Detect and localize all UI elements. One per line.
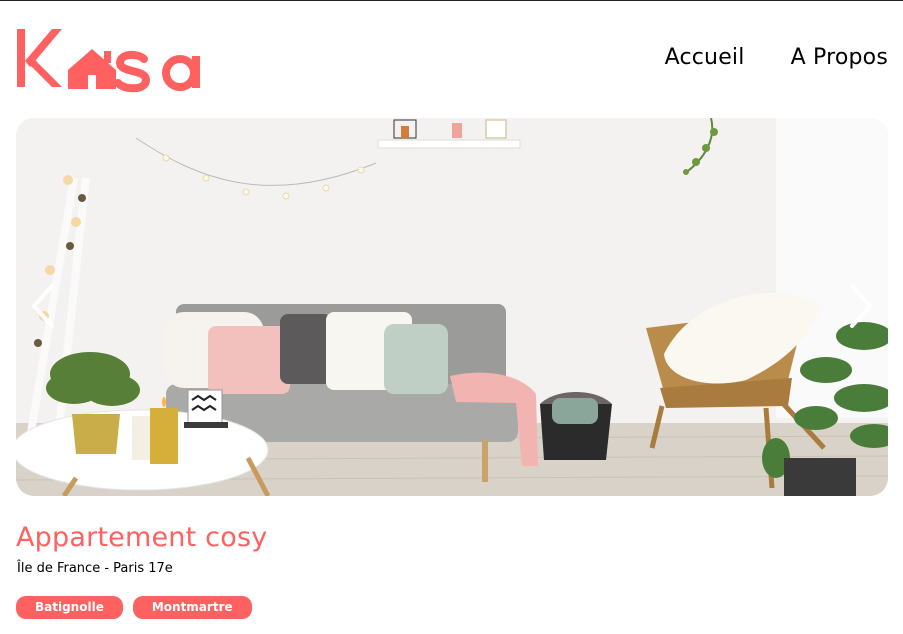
- chevron-left-icon: [32, 284, 54, 328]
- tag-badge: Montmartre: [132, 596, 252, 619]
- listing-title: Appartement cosy: [16, 522, 268, 553]
- listing-tags: Batignolle Montmartre: [16, 596, 252, 619]
- nav-link-accueil[interactable]: Accueil: [665, 45, 745, 70]
- main-nav: Accueil A Propos: [665, 45, 888, 70]
- listing-photo-carousel: [16, 118, 888, 496]
- carousel-next-button[interactable]: [846, 282, 876, 330]
- listing-location: Île de France - Paris 17e: [17, 561, 173, 576]
- tag-badge: Batignolle: [16, 596, 123, 619]
- kasa-logo[interactable]: [16, 25, 211, 93]
- carousel-prev-button[interactable]: [28, 282, 58, 330]
- chevron-right-icon: [850, 284, 872, 328]
- site-header: Accueil A Propos: [0, 1, 903, 117]
- living-room-photo: [16, 118, 888, 496]
- nav-link-a-propos[interactable]: A Propos: [791, 45, 888, 70]
